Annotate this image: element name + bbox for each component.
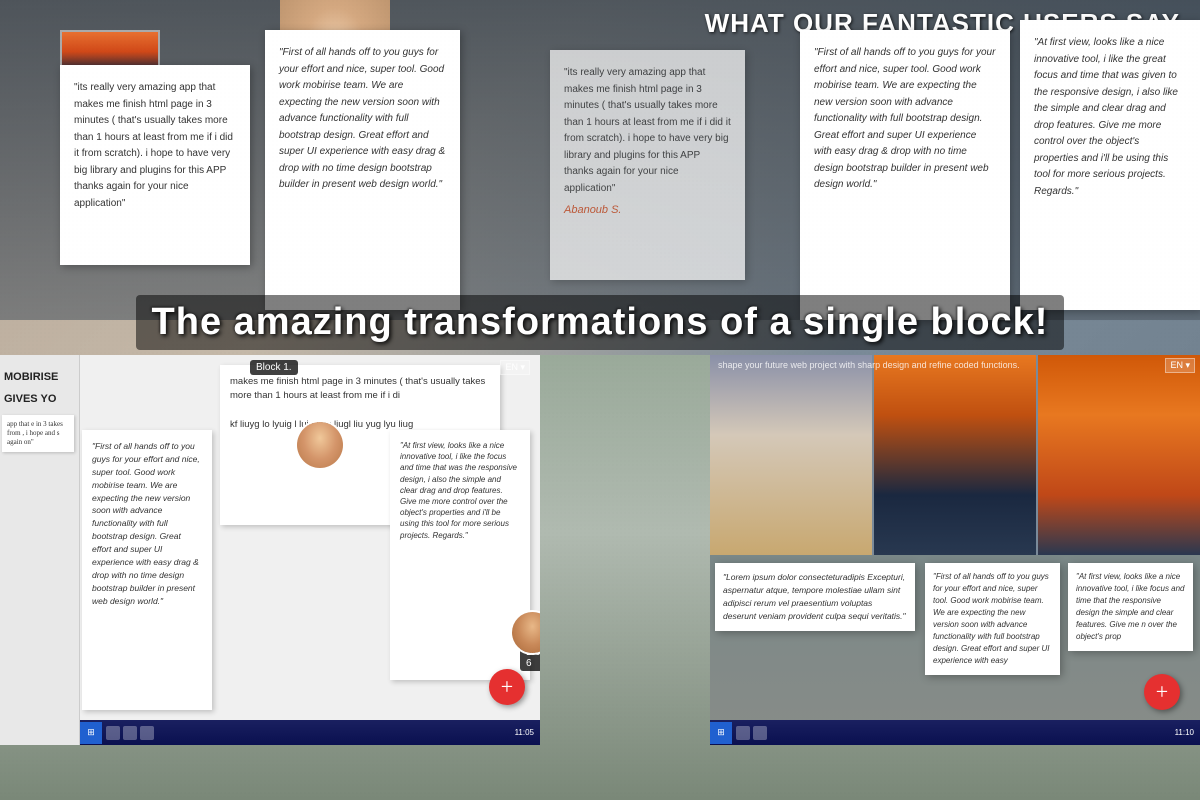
bottom-right-card2: "At first view, looks like a nice innova… bbox=[1068, 563, 1193, 651]
en-badge-mid: EN ▾ bbox=[500, 360, 530, 375]
testimonial-author-3: Abanoub S. bbox=[564, 202, 731, 219]
landscape-image-1 bbox=[710, 355, 872, 555]
lorem-card: "Lorem ipsum dolor consecteturadipis Exc… bbox=[715, 563, 915, 631]
main-title-area: The amazing transformations of a single … bbox=[0, 295, 1200, 350]
avatar-1 bbox=[295, 420, 345, 470]
taskbar-icon bbox=[736, 726, 750, 740]
bottom-right-card1: "First of all hands off to you guys for … bbox=[925, 563, 1060, 675]
landscape-image-3 bbox=[1038, 355, 1200, 555]
testimonial-text-3: "its really very amazing app that makes … bbox=[564, 67, 731, 194]
taskbar-right: ⊞ 11:10 bbox=[710, 720, 1200, 745]
taskbar-icon bbox=[753, 726, 767, 740]
plus-button-mid[interactable]: + bbox=[489, 669, 525, 705]
right-subtitle: shape your future web project with sharp… bbox=[718, 360, 1020, 370]
mid-inner-text: makes me finish html page in 3 minutes (… bbox=[230, 376, 485, 430]
mobirise-text: MOBIRISE GIVES YO bbox=[4, 371, 58, 405]
left-panel: MOBIRISE GIVES YO app that e in 3 takes … bbox=[0, 355, 80, 745]
lorem-text: "Lorem ipsum dolor consecteturadipis Exc… bbox=[723, 572, 906, 621]
testimonial-card-2: "First of all hands off to you guys for … bbox=[265, 30, 460, 310]
testimonial-text-4: "First of all hands off to you guys for … bbox=[814, 47, 995, 190]
taskbar-icon bbox=[123, 726, 137, 740]
mobirise-label: MOBIRISE GIVES YO bbox=[0, 355, 79, 415]
plus-button-right[interactable]: + bbox=[1144, 674, 1180, 710]
bottom-left-card-text: "First of all hands off to you guys for … bbox=[92, 441, 200, 606]
right-images-section: EN ▾ shape your future web project with … bbox=[710, 355, 1200, 555]
testimonial-card-1: "its really very amazing app that makes … bbox=[60, 65, 250, 265]
taskbar-icon bbox=[106, 726, 120, 740]
testimonial-text-2: "First of all hands off to you guys for … bbox=[279, 47, 445, 190]
card-right2-text: "At first view, looks like a nice innova… bbox=[1076, 572, 1185, 641]
en-badge-right: EN ▾ bbox=[1165, 358, 1195, 373]
block1-label: Block 1. bbox=[250, 360, 298, 375]
taskbar-mid: ⊞ 11:05 bbox=[80, 720, 540, 745]
testimonial-card-3: "its really very amazing app that makes … bbox=[550, 50, 745, 280]
card-right1-text: "First of all hands off to you guys for … bbox=[933, 572, 1050, 665]
main-title: The amazing transformations of a single … bbox=[136, 295, 1065, 350]
testimonial-card-4: "First of all hands off to you guys for … bbox=[800, 30, 1010, 320]
landscape-image-2 bbox=[874, 355, 1036, 555]
bottom-mid-card: "At first view, looks like a nice innova… bbox=[390, 430, 530, 680]
left-inner-card: app that e in 3 takes from , i hope and … bbox=[2, 415, 74, 452]
start-button-mid[interactable]: ⊞ bbox=[80, 722, 102, 744]
testimonial-text-5: "At first view, looks like a nice innova… bbox=[1034, 37, 1178, 197]
mid-app-window: makes me finish html page in 3 minutes (… bbox=[80, 355, 540, 745]
taskbar-icon bbox=[140, 726, 154, 740]
avatar-face-2 bbox=[512, 612, 540, 653]
start-button-right[interactable]: ⊞ bbox=[710, 722, 732, 744]
taskbar-time-mid: 11:05 bbox=[515, 728, 540, 737]
testimonial-card-5: "At first view, looks like a nice innova… bbox=[1020, 20, 1200, 310]
testimonial-text-1: "its really very amazing app that makes … bbox=[74, 82, 233, 209]
bottom-mid-card-text: "At first view, looks like a nice innova… bbox=[400, 441, 517, 540]
taskbar-time-right: 11:10 bbox=[1175, 728, 1200, 737]
bottom-left-card: "First of all hands off to you guys for … bbox=[82, 430, 212, 710]
bottom-right-section: "Lorem ipsum dolor consecteturadipis Exc… bbox=[710, 555, 1200, 745]
avatar-face-1 bbox=[297, 422, 343, 468]
